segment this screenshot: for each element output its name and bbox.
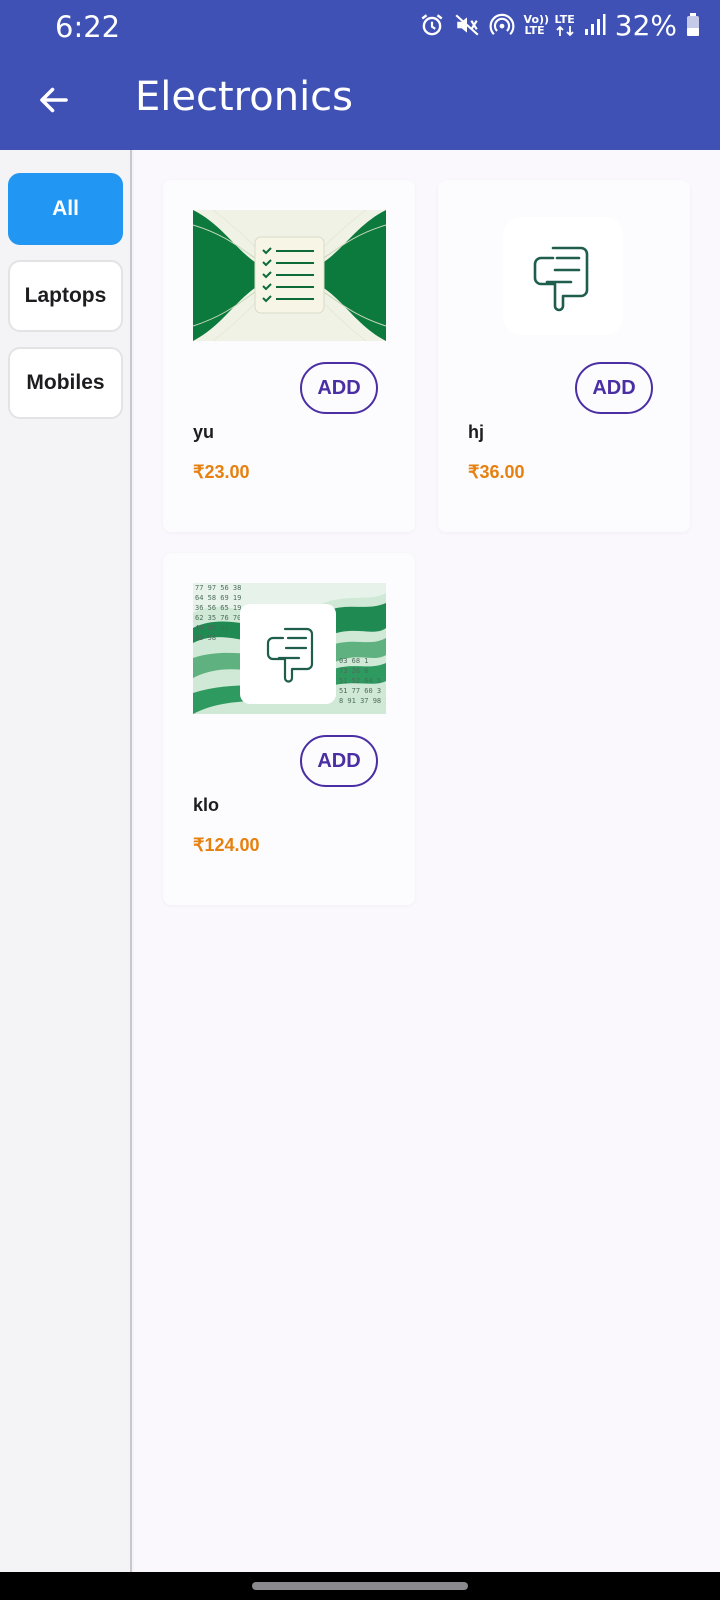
svg-text:51 52 64 5: 51 52 64 5 (339, 677, 381, 685)
battery-icon (687, 13, 699, 36)
status-time: 6:22 (55, 10, 121, 44)
system-nav-bar (0, 1572, 720, 1600)
svg-text:62 35 76 70: 62 35 76 70 (195, 614, 241, 622)
lte-data-icon: LTE (555, 14, 575, 37)
svg-text:77 97 56 38: 77 97 56 38 (195, 584, 241, 592)
lte-label: LTE (554, 12, 575, 26)
signal-icon (584, 14, 606, 35)
product-image (468, 210, 661, 341)
product-price: ₹124.00 (193, 835, 260, 855)
page-title: Electronics (135, 74, 354, 120)
data-arrows-icon (556, 25, 574, 36)
product-image: 77 97 56 38 64 58 69 19 36 56 65 19 62 3… (193, 583, 386, 714)
mute-icon (454, 14, 479, 36)
product-card[interactable]: 77 97 56 38 64 58 69 19 36 56 65 19 62 3… (163, 553, 415, 905)
status-icons: Vo)) LTE LTE 32% (419, 8, 700, 42)
svg-text:8 91 37 98 7: 8 91 37 98 7 (339, 697, 386, 705)
home-gesture-handle[interactable] (252, 1582, 468, 1590)
svg-text:73 26 6: 73 26 6 (339, 667, 369, 675)
add-to-cart-button[interactable]: ADD (575, 362, 653, 414)
product-card[interactable]: ADD hj ₹36.00 (438, 180, 690, 532)
volte-icon: Vo)) LTE (523, 13, 550, 37)
svg-text:03 68 1: 03 68 1 (339, 657, 369, 665)
svg-text:49 88 99: 49 88 99 (195, 624, 229, 632)
svg-text:36 56 65 19: 36 56 65 19 (195, 604, 241, 612)
product-price: ₹36.00 (468, 462, 525, 482)
product-name: klo (193, 795, 220, 815)
add-to-cart-button[interactable]: ADD (300, 362, 378, 414)
app-bar: Electronics (0, 52, 720, 150)
product-name: yu (193, 422, 215, 442)
arrow-left-icon (40, 87, 68, 113)
battery-percent: 32% (614, 8, 677, 42)
category-all-button[interactable]: All (8, 173, 123, 245)
category-mobiles-button[interactable]: Mobiles (8, 347, 123, 419)
back-button[interactable] (26, 72, 82, 128)
product-card[interactable]: ADD yu ₹23.00 (163, 180, 415, 532)
alarm-icon (421, 14, 443, 36)
product-grid: ADD yu ₹23.00 ADD hj ₹36.00 77 97 56 38 … (134, 150, 720, 1572)
product-price: ₹23.00 (193, 462, 250, 482)
svg-text:51 77 60 3: 51 77 60 3 (339, 687, 381, 695)
add-to-cart-button[interactable]: ADD (300, 735, 378, 787)
svg-text:85 58: 85 58 (195, 634, 216, 642)
hotspot-icon (489, 13, 514, 35)
product-name: hj (468, 422, 484, 442)
category-laptops-button[interactable]: Laptops (8, 260, 123, 332)
status-bar: 6:22 Vo)) LTE LTE 32% (0, 0, 720, 52)
svg-text:64 58 69 19: 64 58 69 19 (195, 594, 241, 602)
product-image (193, 210, 386, 341)
category-sidebar: All Laptops Mobiles (0, 150, 132, 1572)
